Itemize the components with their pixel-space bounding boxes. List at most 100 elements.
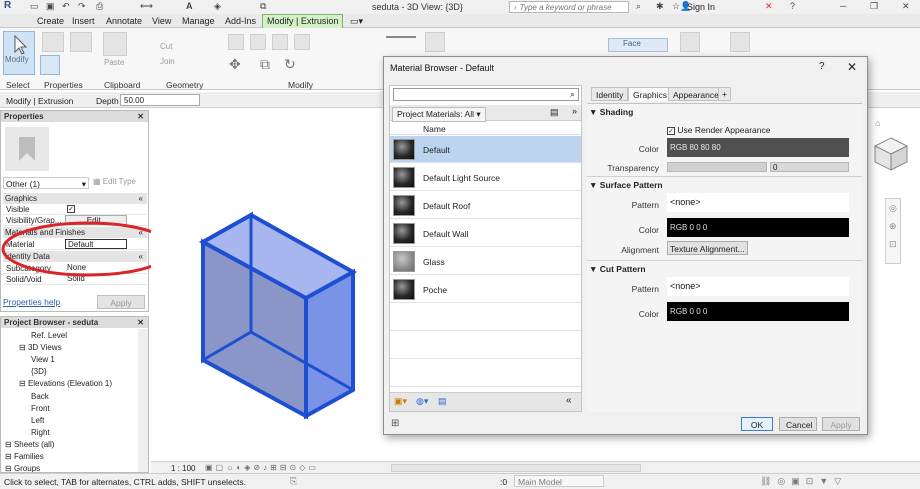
load-into-project-icon[interactable] (680, 32, 700, 52)
close-icon[interactable]: ✕ (137, 318, 144, 327)
section-graphics[interactable]: Graphics « (3, 193, 147, 204)
modify-button[interactable] (3, 31, 35, 75)
open-library-icon[interactable]: ◍▾ (416, 396, 428, 407)
offset-icon[interactable] (250, 34, 266, 50)
worksharing-icon[interactable]: ⎘ (290, 476, 297, 487)
expand-icon[interactable]: » (572, 106, 577, 116)
properties-help-link[interactable]: Properties help (3, 297, 60, 307)
save-icon[interactable]: ▣ (46, 1, 55, 12)
transparency-value[interactable]: 0 (770, 162, 849, 172)
steering-wheel-icon[interactable]: ◎ (889, 203, 897, 214)
close-icon[interactable]: ✕ (137, 112, 144, 121)
ribbon-minimize-icon[interactable]: ▭▾ (350, 16, 363, 27)
tree-expander-icon[interactable]: ⊟ (5, 452, 14, 461)
dialog-apply-button[interactable]: Apply (822, 417, 860, 431)
text-icon[interactable]: A (186, 1, 193, 11)
tab-create[interactable]: Create (37, 16, 64, 26)
help-icon[interactable]: ? (819, 61, 825, 72)
scale-label[interactable]: 1 : 100 (171, 464, 195, 473)
apply-button[interactable]: Apply (97, 295, 145, 309)
material-search-input[interactable]: ⌕ (393, 88, 579, 101)
search-input[interactable]: › Type a keyword or phrase (509, 1, 629, 13)
tab-view[interactable]: View (152, 16, 171, 26)
view-visibility-icon[interactable] (425, 32, 445, 52)
move-icon[interactable]: ✥ (229, 56, 241, 73)
mirror-draw-icon[interactable] (294, 34, 310, 50)
material-row[interactable]: Default Roof (390, 192, 581, 219)
minimize-icon[interactable]: ─ (840, 1, 846, 11)
tree-node[interactable]: ⊟ Sheets (all) (5, 440, 54, 449)
mirror-icon[interactable] (272, 34, 288, 50)
type-properties-icon[interactable] (70, 32, 92, 52)
use-render-appearance-checkbox[interactable]: ✓ Use Render Appearance (667, 125, 770, 135)
surface-pattern-heading[interactable]: ▼ Surface Pattern (589, 180, 663, 190)
tree-expander-icon[interactable]: ⊟ (19, 379, 28, 388)
material-settings-icon[interactable]: ⊞ (391, 418, 399, 429)
view-control-icons[interactable]: ▣▢☼◐◈⊘♪⊞⊟⊙◇▭ (205, 463, 319, 472)
print-icon[interactable]: ⎙ (96, 1, 103, 12)
tab-insert[interactable]: Insert (72, 16, 95, 26)
sign-in-link[interactable]: Sign In (687, 2, 715, 12)
viewcube-icon[interactable] (869, 134, 913, 174)
horizontal-scrollbar[interactable] (391, 464, 641, 472)
view-options-icon[interactable]: ▤ (550, 107, 559, 118)
finish-mode-icon[interactable] (730, 32, 750, 52)
model-selector[interactable]: Main Model (514, 475, 604, 487)
tree-node[interactable]: Right (31, 428, 50, 437)
zoom-dropdown-icon[interactable]: ⊡ (889, 239, 897, 250)
texture-alignment-button[interactable]: Texture Alignment... (667, 241, 748, 255)
close-icon[interactable]: ✕ (847, 60, 857, 74)
column-name[interactable]: Name (423, 124, 446, 134)
ok-button[interactable]: OK (741, 417, 773, 431)
star-icon[interactable]: ☆ (672, 1, 680, 12)
rotate-icon[interactable]: ↻ (284, 56, 296, 73)
open-icon[interactable]: ▭ (30, 1, 39, 12)
create-material-icon[interactable]: ▣▾ (394, 396, 407, 407)
cut-pattern-field[interactable]: <none> (667, 277, 849, 296)
tree-expander-icon[interactable]: ⊟ (5, 464, 14, 472)
cut-label[interactable]: Cut (160, 42, 172, 51)
restore-icon[interactable]: ❐ (870, 1, 878, 12)
undo-icon[interactable]: ↶ (62, 1, 70, 12)
join-label[interactable]: Join (160, 57, 175, 66)
help-icon[interactable]: ? (790, 1, 795, 11)
tab-graphics[interactable]: Graphics (628, 87, 673, 101)
scrollbar[interactable] (138, 329, 148, 472)
asset-editor-icon[interactable]: ▤ (438, 396, 447, 407)
tree-expander-icon[interactable]: ⊟ (5, 440, 14, 449)
tab-identity[interactable]: Identity (591, 87, 629, 101)
measure-icon[interactable]: ⟷ (140, 1, 153, 12)
material-row[interactable]: Default Wall (390, 220, 581, 247)
visible-checkbox[interactable]: ✓ (65, 204, 127, 214)
zoom-icon[interactable]: ⊕ (889, 221, 897, 232)
add-tab-icon[interactable]: + (718, 87, 731, 101)
transparency-slider[interactable] (667, 162, 767, 172)
tree-node[interactable]: ⊟ 3D Views (19, 343, 62, 352)
surface-pattern-field[interactable]: <none> (667, 193, 849, 212)
copy-icon[interactable]: ⧉ (260, 56, 270, 73)
material-row[interactable]: Glass (390, 248, 581, 275)
edit-type-button[interactable]: ▦ Edit Type (93, 177, 136, 186)
cut-pattern-heading[interactable]: ▼ Cut Pattern (589, 264, 646, 274)
collapse-library-icon[interactable]: « (566, 395, 572, 406)
type-selector[interactable]: Other (1) ▾ (3, 177, 89, 189)
tree-node[interactable]: Ref. Level (31, 331, 67, 340)
tab-appearance[interactable]: Appearance (668, 87, 724, 101)
cancel-button[interactable]: Cancel (779, 417, 817, 431)
shading-color-swatch[interactable]: RGB 80 80 80 (667, 138, 849, 157)
tab-annotate[interactable]: Annotate (106, 16, 142, 26)
depth-input[interactable]: 50.00 (120, 94, 200, 106)
search-icon[interactable]: ⌕ (636, 1, 641, 12)
shading-heading[interactable]: ▼ Shading (589, 107, 633, 117)
paste-label[interactable]: Paste (104, 58, 124, 67)
switch-windows-icon[interactable]: ⧉ (260, 1, 266, 12)
select-panel-label[interactable]: Select (6, 80, 30, 90)
paste-icon[interactable] (103, 32, 127, 56)
material-row[interactable]: Default (390, 136, 581, 163)
tree-node[interactable]: ⊟ Elevations (Elevation 1) (19, 379, 112, 388)
subscription-icon[interactable]: ✱ (656, 1, 664, 12)
tree-node[interactable]: ⊟ Groups (5, 464, 40, 472)
tree-node[interactable]: {3D} (31, 367, 47, 376)
tree-node[interactable]: Back (31, 392, 49, 401)
revit-logo-icon[interactable]: R (4, 0, 11, 11)
